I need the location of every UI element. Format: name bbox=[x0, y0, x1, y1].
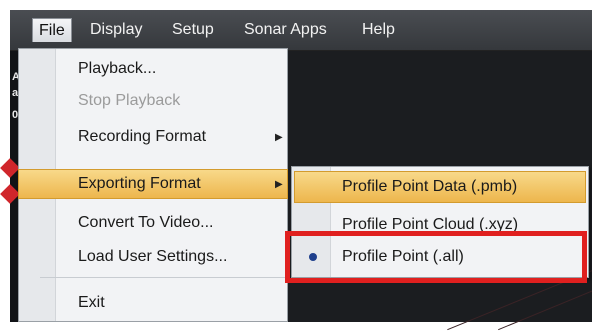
menu-item-exporting-format[interactable]: Exporting Format bbox=[78, 169, 201, 199]
menu-display[interactable]: Display bbox=[84, 18, 148, 42]
menu-item-playback[interactable]: Playback... bbox=[78, 54, 156, 84]
menu-file[interactable]: File bbox=[32, 18, 72, 42]
menu-help[interactable]: Help bbox=[356, 18, 401, 42]
submenu-item-pmb[interactable]: Profile Point Data (.pmb) bbox=[342, 171, 517, 203]
annotation-highlight-box bbox=[285, 231, 587, 283]
menu-item-load-user-settings[interactable]: Load User Settings... bbox=[78, 242, 227, 272]
menu-item-recording-format[interactable]: Recording Format bbox=[78, 122, 206, 152]
menu-separator bbox=[40, 277, 286, 278]
submenu-arrow-icon: ▶ bbox=[275, 132, 283, 143]
menu-bar: File Display Setup Sonar Apps Help bbox=[10, 10, 592, 51]
menu-sonar-apps[interactable]: Sonar Apps bbox=[238, 18, 333, 42]
menu-item-convert-to-video[interactable]: Convert To Video... bbox=[78, 208, 214, 238]
menu-item-exit[interactable]: Exit bbox=[78, 288, 105, 318]
menu-item-stop-playback: Stop Playback bbox=[78, 92, 181, 109]
submenu-arrow-icon: ▶ bbox=[275, 179, 283, 190]
red-marker-icon bbox=[0, 184, 20, 204]
red-marker-icon bbox=[0, 158, 20, 178]
menu-setup[interactable]: Setup bbox=[166, 18, 220, 42]
